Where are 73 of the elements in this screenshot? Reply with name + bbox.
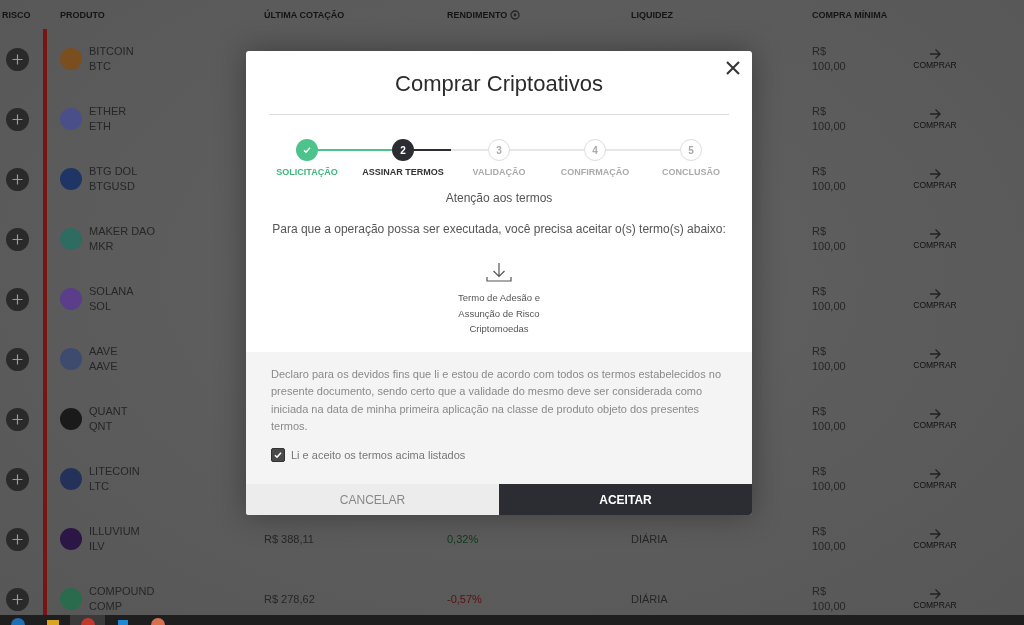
add-button[interactable] — [6, 287, 29, 311]
arrow-right-icon — [929, 528, 941, 540]
plus-icon — [12, 293, 23, 305]
progress-line — [414, 149, 451, 151]
add-button[interactable] — [6, 467, 29, 491]
section-heading: Atenção aos termos — [445, 190, 553, 206]
arrow-right-icon — [929, 228, 941, 240]
buy-button[interactable]: COMPRAR — [912, 468, 958, 490]
step-label: VALIDAÇÃO — [471, 166, 527, 178]
download-icon[interactable] — [486, 262, 512, 282]
arrow-right-icon — [929, 408, 941, 420]
currency-text: R$ — [812, 285, 828, 298]
buy-button[interactable]: COMPRAR — [912, 48, 958, 70]
plus-icon — [12, 233, 23, 245]
step-label: ASSINAR TERMOS — [361, 166, 445, 178]
close-button[interactable] — [724, 59, 742, 77]
column-header: ÚLTIMA COTAÇÃO — [264, 9, 345, 20]
buy-button[interactable]: COMPRAR — [912, 528, 958, 550]
checkbox[interactable] — [271, 447, 285, 462]
plus-icon — [12, 413, 23, 425]
document-link[interactable]: Termo de Adesão e Assunção de Risco Criptomoedas — [449, 290, 549, 337]
plus-icon — [12, 53, 23, 65]
arrow-right-icon — [929, 588, 941, 600]
buy-button[interactable]: COMPRAR — [912, 228, 958, 250]
add-button[interactable] — [6, 527, 29, 551]
yield-text: 0,32% — [447, 533, 480, 545]
accept-button[interactable]: ACEITAR — [499, 484, 752, 515]
add-button[interactable] — [6, 47, 29, 71]
buy-button[interactable]: COMPRAR — [912, 588, 958, 610]
plus-icon — [12, 173, 23, 185]
arrow-right-icon — [929, 348, 941, 360]
add-button[interactable] — [6, 167, 29, 191]
arrow-right-icon — [929, 108, 941, 120]
close-icon — [724, 59, 742, 77]
buy-button[interactable]: COMPRAR — [912, 288, 958, 310]
yield-text: -0,57% — [447, 593, 483, 605]
plus-icon — [12, 533, 23, 545]
add-button[interactable] — [6, 587, 29, 611]
step-label: SOLICITAÇÃO — [275, 166, 339, 178]
plus-icon — [12, 593, 23, 605]
add-button[interactable] — [6, 407, 29, 431]
buy-button[interactable]: COMPRAR — [912, 108, 958, 130]
buy-button[interactable]: COMPRAR — [912, 168, 958, 190]
dialog-title: Comprar Criptoativos — [395, 70, 603, 98]
check-icon — [273, 449, 283, 460]
arrow-right-icon — [929, 168, 941, 180]
arrow-right-icon — [929, 468, 941, 480]
cancel-button[interactable]: CANCELAR — [246, 484, 499, 515]
step-indicator: 4 — [584, 139, 606, 161]
step-indicator: 2 — [392, 139, 414, 161]
plus-icon — [12, 113, 23, 125]
arrow-right-icon — [929, 288, 941, 300]
add-button[interactable] — [6, 107, 29, 131]
add-button[interactable] — [6, 227, 29, 251]
buy-button[interactable]: COMPRAR — [912, 348, 958, 370]
plus-icon — [12, 473, 23, 485]
add-button[interactable] — [6, 347, 29, 371]
column-header: LIQUIDEZ — [631, 9, 673, 20]
arrow-right-icon — [929, 48, 941, 60]
step-label: CONCLUSÃO — [661, 166, 721, 178]
declaration-text: Declaro para os devidos fins que li e estou de acordo com todos os termos estabelecidos no presente documento, sendo certo que a validade do mesmo deve ser considerada como iniciada na data de minha primeira aplicação na classe de produto objeto dos presentes termos. — [271, 367, 723, 435]
column-header: COMPRA MÍNIMA — [812, 9, 888, 20]
step-indicator: 3 — [488, 139, 510, 161]
checkbox-label: Li e aceito os termos acima listados — [291, 448, 466, 461]
column-header: RENDIMENTO — [447, 9, 508, 20]
column-header: PRODUTO — [60, 9, 105, 20]
step-indicator: 5 — [680, 139, 702, 161]
step-label: CONFIRMAÇÃO — [559, 166, 631, 178]
buy-button[interactable]: COMPRAR — [912, 408, 958, 430]
check-icon — [302, 145, 312, 155]
plus-icon — [12, 353, 23, 365]
column-header: RISCO — [2, 9, 31, 20]
instruction-text: Para que a operação possa ser executada, você precisa aceitar o(s) termo(s) abaixo: — [272, 221, 726, 238]
